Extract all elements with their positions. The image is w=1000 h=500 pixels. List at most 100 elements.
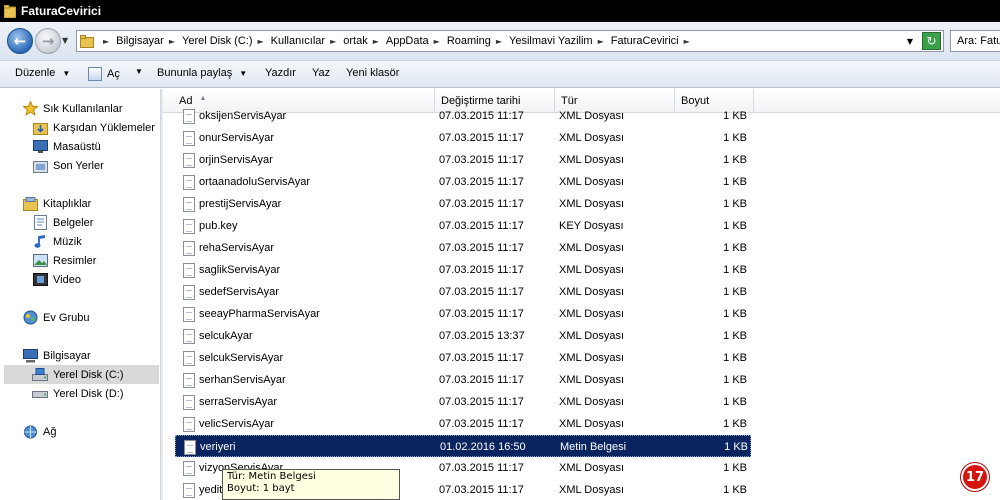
file-type: XML Dosyası	[559, 286, 625, 298]
title-bar[interactable]: FaturaCevirici	[0, 0, 1000, 22]
document-icon	[183, 237, 197, 259]
sidebar-item-downloads[interactable]: Karşıdan Yüklemeler	[32, 118, 155, 137]
sidebar-label: Müzik	[53, 235, 82, 248]
sidebar-item-local-disk-c[interactable]: Yerel Disk (C:)	[4, 365, 159, 384]
hard-drive-icon	[32, 386, 48, 401]
recent-pages-dropdown[interactable]: ▼	[62, 36, 68, 45]
breadcrumb-bilgisayar[interactable]: Bilgisayar	[116, 35, 164, 47]
organize-button[interactable]: Düzenle ▼	[15, 67, 70, 79]
sidebar-item-desktop[interactable]: Masaüstü	[32, 137, 101, 156]
chevron-right-icon[interactable]: ►	[103, 37, 109, 46]
breadcrumb-appdata[interactable]: AppData	[386, 35, 429, 47]
address-history-dropdown[interactable]: ▼	[907, 37, 913, 46]
file-row[interactable]: velicServisAyar 07.03.2015 11:17 XML Dosya…	[175, 413, 751, 435]
chevron-right-icon[interactable]: ►	[598, 37, 604, 46]
file-row[interactable]: sedefServisAyar 07.03.2015 11:17 XML Dosya…	[175, 281, 751, 303]
burn-button[interactable]: Yaz	[312, 67, 330, 79]
share-button[interactable]: Bununla paylaş ▼	[157, 67, 247, 79]
print-label: Yazdır	[265, 67, 296, 79]
breadcrumb-ortak[interactable]: ortak	[343, 35, 367, 47]
address-bar[interactable]: ► Bilgisayar ► Yerel Disk (C:) ► Kullanı…	[76, 30, 944, 52]
chevron-right-icon[interactable]: ►	[330, 37, 336, 46]
tooltip-type: Tür: Metin Belgesi	[227, 471, 316, 482]
chevron-right-icon[interactable]: ►	[434, 37, 440, 46]
file-row[interactable]: seeayPharmaServisAyar 07.03.2015 11:17 XML…	[175, 303, 751, 325]
arrow-left-icon: ←	[13, 32, 27, 50]
file-size: 1 KB	[723, 308, 747, 320]
file-date: 07.03.2015 11:17	[439, 220, 524, 232]
file-type: XML Dosyası	[559, 418, 625, 430]
sidebar-item-homegroup[interactable]: Ev Grubu	[22, 308, 89, 327]
file-row[interactable]: onurServisAyar 07.03.2015 11:17 XML Dosyas…	[175, 127, 751, 149]
file-date: 07.03.2015 11:17	[439, 242, 524, 254]
chevron-right-icon[interactable]: ►	[373, 37, 379, 46]
search-input[interactable]: Ara: Fatu	[950, 30, 1000, 52]
sidebar-item-music[interactable]: Müzik	[32, 232, 82, 251]
file-list[interactable]: Ad ▲ Değiştirme tarihi Tür Boyut oksijen…	[163, 89, 1000, 500]
print-button[interactable]: Yazdır	[265, 67, 296, 79]
back-button[interactable]: ←	[7, 28, 33, 54]
navigation-pane[interactable]: Sık Kullanılanlar Karşıdan Yüklemeler Ma…	[0, 89, 160, 500]
file-row[interactable]: saglikServisAyar 07.03.2015 11:17 XML Dosy…	[175, 259, 751, 281]
file-date: 07.03.2015 11:17	[439, 308, 524, 320]
file-row[interactable]: serraServisAyar 07.03.2015 11:17 XML Dosya…	[175, 391, 751, 413]
file-date: 07.03.2015 11:17	[439, 264, 524, 276]
chevron-right-icon[interactable]: ►	[496, 37, 502, 46]
sidebar-item-favorites[interactable]: Sık Kullanılanlar	[22, 99, 123, 118]
sidebar-item-local-disk-d[interactable]: Yerel Disk (D:)	[32, 384, 124, 403]
chevron-right-icon[interactable]: ►	[169, 37, 175, 46]
breadcrumb-faturacevirici[interactable]: FaturaCevirici	[611, 35, 679, 47]
document-icon	[183, 259, 197, 281]
file-type: XML Dosyası	[559, 154, 625, 166]
sidebar-item-computer[interactable]: Bilgisayar	[22, 346, 91, 365]
chevron-right-icon[interactable]: ►	[684, 37, 690, 46]
document-icon	[183, 149, 197, 171]
chevron-right-icon[interactable]: ►	[258, 37, 264, 46]
file-date: 07.03.2015 11:17	[439, 286, 524, 298]
file-row[interactable]: prestijServisAyar 07.03.2015 11:17 XML Dos…	[175, 193, 751, 215]
refresh-button[interactable]: ↻	[922, 32, 941, 50]
file-size: 1 KB	[723, 198, 747, 210]
video-icon	[32, 272, 48, 287]
sidebar-label: Ağ	[43, 425, 57, 438]
file-name: velicServisAyar	[199, 418, 274, 430]
new-folder-button[interactable]: Yeni klasör	[346, 67, 399, 79]
breadcrumb-roaming[interactable]: Roaming	[447, 35, 491, 47]
file-type: XML Dosyası	[559, 396, 625, 408]
sidebar-label: Video	[53, 273, 81, 286]
sidebar-item-recent-places[interactable]: Son Yerler	[32, 156, 104, 175]
new-folder-label: Yeni klasör	[346, 67, 400, 79]
sidebar-item-pictures[interactable]: Resimler	[32, 251, 96, 270]
sidebar-item-libraries[interactable]: Kitaplıklar	[22, 194, 91, 213]
file-size: 1 KB	[723, 286, 747, 298]
organize-label: Düzenle	[15, 67, 56, 79]
breadcrumb-kullanicilar[interactable]: Kullanıcılar	[271, 35, 325, 47]
file-size: 1 KB	[724, 441, 748, 453]
file-size: 1 KB	[723, 418, 747, 430]
recent-places-icon	[32, 158, 48, 173]
open-dropdown-button[interactable]: ▼	[128, 67, 143, 76]
file-name: orjinServisAyar	[199, 154, 273, 166]
file-row[interactable]: ortaanadoluServisAyar 07.03.2015 11:17 XML…	[175, 171, 751, 193]
sidebar-item-network[interactable]: Ağ	[22, 422, 56, 441]
breadcrumb-yesilmavi-yazilim[interactable]: Yesilmavi Yazilim	[509, 35, 593, 47]
file-row[interactable]: serhanServisAyar 07.03.2015 11:17 XML Dosy…	[175, 369, 751, 391]
file-row[interactable]: veriyeri 01.02.2016 16:50 Metin Belgesi 1 K…	[175, 435, 751, 457]
forward-button[interactable]: →	[35, 28, 61, 54]
open-button[interactable]: Aç	[88, 67, 120, 81]
sidebar-item-documents[interactable]: Belgeler	[32, 213, 93, 232]
file-row[interactable]: orjinServisAyar 07.03.2015 11:17 XML Dosya…	[175, 149, 751, 171]
sidebar-item-videos[interactable]: Video	[32, 270, 81, 289]
document-icon	[183, 325, 197, 347]
breadcrumb-yerel-disk-c[interactable]: Yerel Disk (C:)	[182, 35, 253, 47]
sidebar-label: Karşıdan Yüklemeler	[53, 121, 155, 134]
sidebar-label: Kitaplıklar	[43, 197, 92, 210]
sidebar-label: Yerel Disk (C:)	[53, 368, 124, 381]
file-row[interactable]: selcukServisAyar 07.03.2015 11:17 XML Dosy…	[175, 347, 751, 369]
file-row[interactable]: rehaServisAyar 07.03.2015 11:17 XML Dosyas…	[175, 237, 751, 259]
file-row[interactable]: pub.key 07.03.2015 11:17 KEY Dosyası 1 KB	[175, 215, 751, 237]
file-row[interactable]: selcukAyar 07.03.2015 13:37 XML Dosyası 1 K…	[175, 325, 751, 347]
file-row[interactable]: oksijenServisAyar 07.03.2015 11:17 XML Dos…	[175, 105, 751, 127]
file-type: XML Dosyası	[559, 484, 625, 496]
document-icon	[183, 215, 197, 237]
